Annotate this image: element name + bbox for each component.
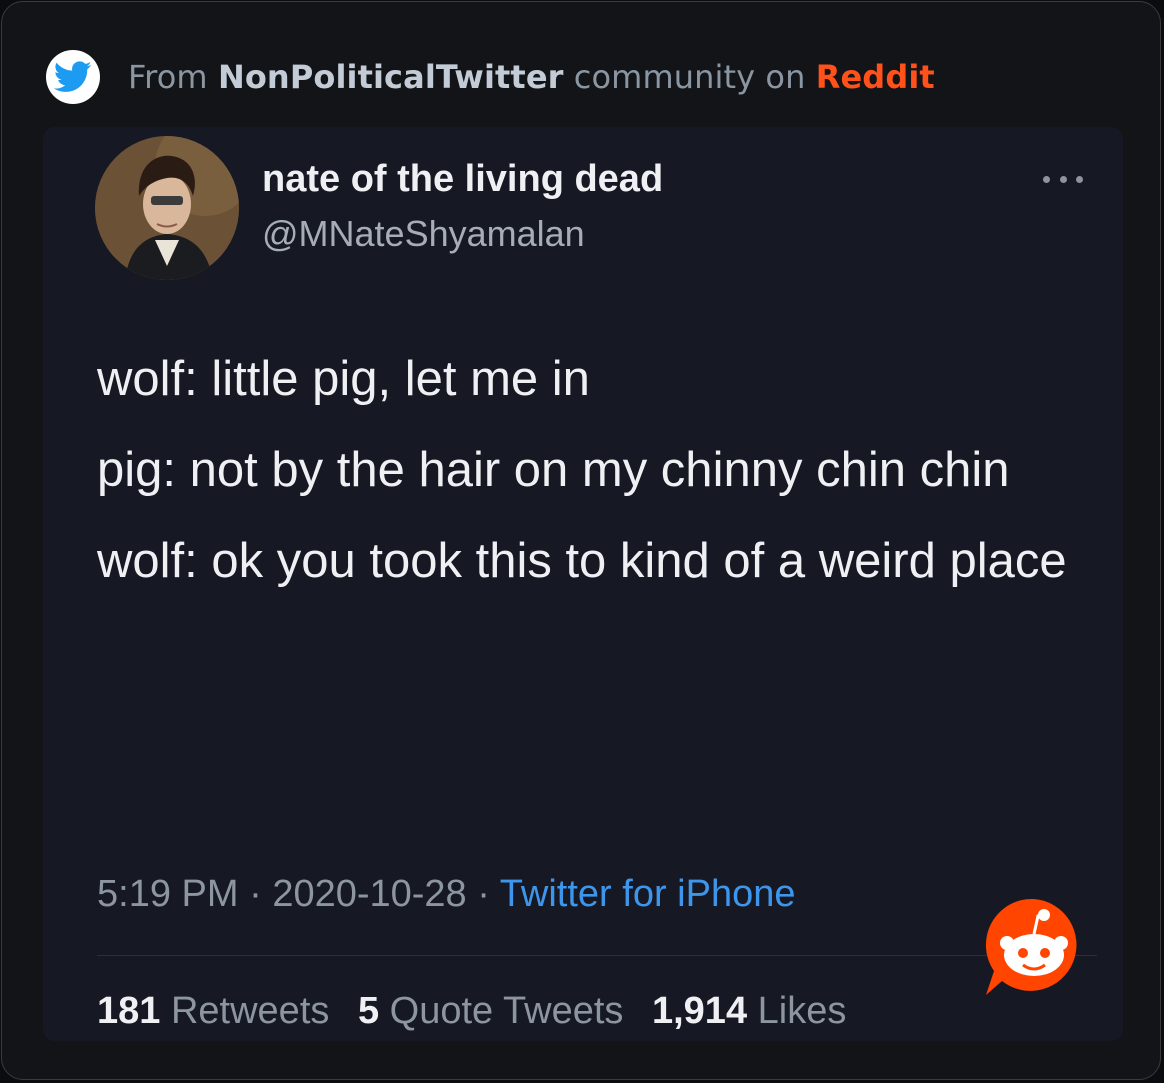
source-header: From NonPoliticalTwitter community on Re…: [46, 50, 935, 104]
source-attribution: From NonPoliticalTwitter community on Re…: [128, 58, 935, 96]
likes-count: 1,914: [651, 990, 748, 1032]
meta-separator: ·: [249, 873, 262, 915]
source-middle: community on: [573, 58, 806, 96]
twitter-bird-icon: [46, 50, 100, 104]
tweet-date[interactable]: 2020-10-28: [272, 873, 466, 915]
engagement-stats: 181 Retweets 5 Quote Tweets 1,914 Likes: [97, 990, 864, 1033]
display-name[interactable]: nate of the living dead: [262, 158, 663, 201]
user-handle[interactable]: @MNateShyamalan: [262, 213, 585, 255]
quotes-count: 5: [357, 990, 380, 1032]
divider: [97, 955, 1097, 956]
tweet-line: pig: not by the hair on my chinny chin c…: [97, 443, 1010, 497]
meta-separator: ·: [477, 873, 490, 915]
platform-link[interactable]: Reddit: [816, 58, 935, 96]
retweets-label: Retweets: [170, 990, 330, 1032]
community-link[interactable]: NonPoliticalTwitter: [218, 58, 564, 96]
tweet-metadata: 5:19 PM · 2020-10-28 · Twitter for iPhon…: [97, 873, 795, 916]
retweets-count: 181: [97, 990, 161, 1032]
tweet-card: nate of the living dead @MNateShyamalan …: [43, 127, 1123, 1041]
tweet-line: wolf: little pig, let me in: [97, 352, 590, 406]
retweets-stat[interactable]: 181 Retweets: [97, 990, 329, 1032]
embed-frame: From NonPoliticalTwitter community on Re…: [1, 1, 1161, 1080]
quote-tweets-stat[interactable]: 5 Quote Tweets: [358, 990, 623, 1032]
quotes-label: Quote Tweets: [389, 990, 624, 1032]
tweet-text: wolf: little pig, let me in pig: not by …: [97, 349, 1087, 622]
avatar[interactable]: [95, 136, 239, 280]
likes-label: Likes: [757, 990, 847, 1032]
more-options-icon[interactable]: [1043, 167, 1083, 191]
reddit-snoo-icon: [982, 895, 1086, 999]
likes-stat[interactable]: 1,914 Likes: [652, 990, 846, 1032]
client-link[interactable]: Twitter for iPhone: [500, 873, 796, 915]
tweet-line: wolf: ok you took this to kind of a weir…: [97, 534, 1067, 588]
source-prefix: From: [128, 58, 208, 96]
tweet-time[interactable]: 5:19 PM: [97, 873, 239, 915]
